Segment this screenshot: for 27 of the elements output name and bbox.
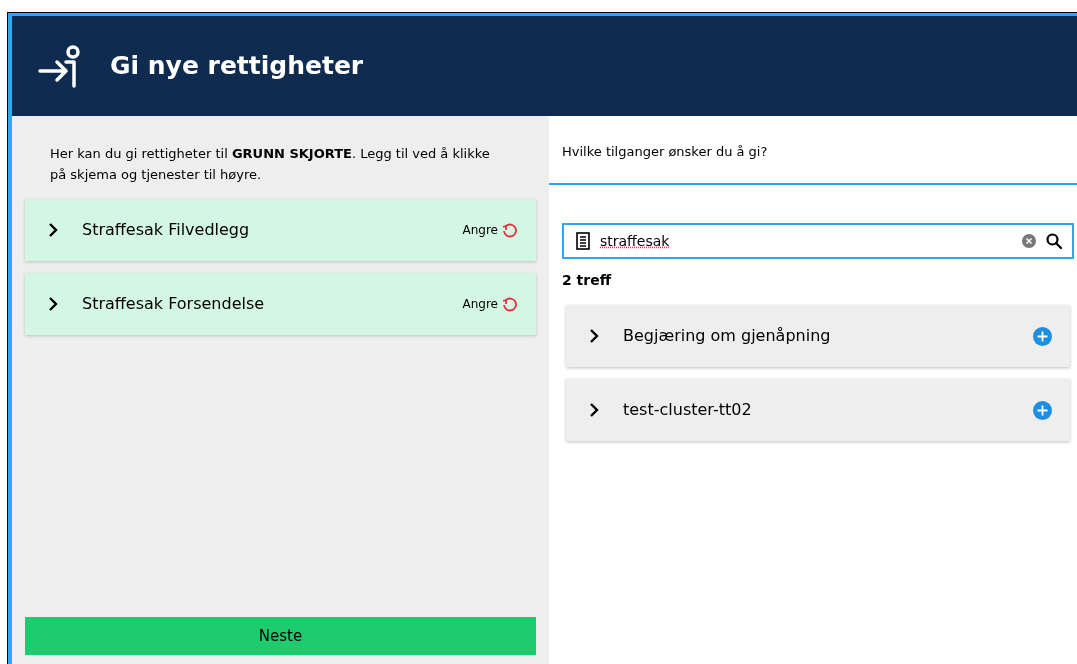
search-field[interactable]: straffesak [562, 223, 1074, 259]
item-label: Straffesak Filvedlegg [82, 219, 251, 241]
item-label: test-cluster-tt02 [623, 399, 753, 421]
item-label: Straffesak Forsendelse [82, 293, 266, 315]
item-label: Begjæring om gjenåpning [623, 325, 832, 347]
chevron-icon [48, 296, 58, 312]
chevron-icon [589, 402, 599, 418]
question-text: Hvilke tilganger ønsker du å gi? [562, 143, 768, 161]
search-icon[interactable] [1046, 233, 1062, 249]
result-item-card[interactable]: test-cluster-tt02 [566, 379, 1070, 441]
undo-button[interactable]: Angre [462, 295, 518, 313]
result-count: 2 treff [562, 271, 613, 290]
add-icon[interactable] [1033, 400, 1052, 420]
clear-icon[interactable] [1022, 234, 1036, 248]
undo-icon [502, 222, 518, 238]
selected-item-card[interactable]: Straffesak Filvedlegg Angre [25, 199, 536, 261]
undo-button[interactable]: Angre [462, 221, 518, 239]
intro-text: Her kan du gi rettigheter til GRUNN SKJORTE. Legg til ved å klikke på skjema og tjenester til høyre. [49, 145, 491, 184]
chevron-icon [589, 328, 599, 344]
undo-icon [502, 296, 518, 312]
document-icon [576, 232, 590, 250]
add-icon[interactable] [1033, 326, 1052, 346]
selected-item-card[interactable]: Straffesak Forsendelse Angre [25, 273, 536, 335]
next-button[interactable]: Neste [25, 617, 536, 655]
chevron-icon [48, 222, 58, 238]
result-item-card[interactable]: Begjæring om gjenåpning [566, 305, 1070, 367]
page-title: Gi nye rettigheter [110, 50, 364, 83]
